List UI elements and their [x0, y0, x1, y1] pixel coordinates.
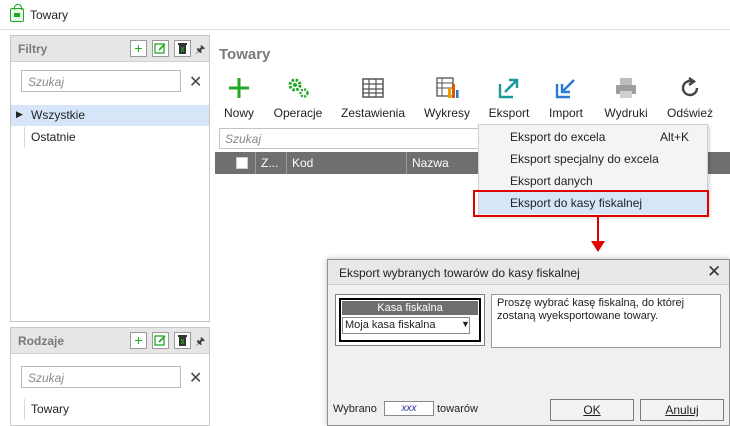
menu-item-label: Eksport danych — [510, 174, 593, 188]
fiscal-register-group: Kasa fiskalna Moja kasa fiskalna ▼ — [335, 294, 485, 346]
filters-panel-header: Filtry + 🖈 — [11, 36, 209, 62]
filters-search-clear-icon[interactable]: ✕ — [189, 72, 202, 92]
ok-button[interactable]: OK — [550, 399, 634, 421]
chevron-down-icon[interactable]: ▼ — [461, 319, 470, 329]
chart-icon — [436, 77, 459, 98]
window-title: Towary — [30, 8, 69, 22]
trash-icon — [178, 335, 187, 346]
delete-filter-button[interactable] — [174, 40, 191, 57]
add-filter-button[interactable]: + — [130, 40, 147, 57]
delete-type-button[interactable] — [174, 332, 191, 349]
filters-panel-title: Filtry — [18, 42, 48, 56]
menu-item-label: Eksport do excela — [510, 130, 606, 144]
filter-item-label: Ostatnie — [31, 130, 76, 144]
pin-icon[interactable]: 🖈 — [195, 41, 205, 60]
fiscal-register-header: Kasa fiskalna — [342, 301, 478, 315]
column-separator — [255, 152, 256, 174]
filters-search-input[interactable]: Szukaj — [21, 70, 181, 92]
operations-button[interactable]: Operacje — [270, 74, 326, 124]
fiscal-register-frame: Kasa fiskalna Moja kasa fiskalna ▼ — [339, 298, 481, 342]
types-panel: Rodzaje + 🖈 Szukaj ✕ Towary — [10, 327, 210, 426]
plus-icon — [229, 78, 249, 98]
types-search-placeholder: Szukaj — [28, 371, 65, 385]
cancel-button[interactable]: Anuluj — [640, 399, 724, 421]
refresh-button-label: Odśwież — [666, 106, 713, 120]
charts-button[interactable]: Wykresy — [420, 74, 474, 124]
types-search-clear-icon[interactable]: ✕ — [189, 368, 202, 388]
export-button-label: Eksport — [488, 106, 530, 120]
highlight-box — [473, 190, 709, 217]
menu-item-export-data[interactable]: Eksport danych — [479, 170, 707, 192]
column-separator — [286, 152, 287, 174]
column-header-nazwa[interactable]: Nazwa — [412, 156, 449, 170]
title-bar: Towary — [0, 0, 730, 30]
grid-search-placeholder: Szukaj — [225, 132, 262, 146]
filters-search-placeholder: Szukaj — [28, 75, 65, 89]
fiscal-register-selected-value: Moja kasa fiskalna — [345, 319, 436, 331]
types-search-input[interactable]: Szukaj — [21, 366, 181, 388]
reports-button-label: Zestawienia — [340, 106, 406, 120]
selected-count-label: Wybrano — [333, 403, 377, 415]
fiscal-export-dialog: Eksport wybranych towarów do kasy fiskal… — [327, 259, 730, 426]
dialog-close-icon[interactable]: ✕ — [707, 262, 721, 282]
types-panel-title: Rodzaje — [18, 334, 65, 348]
fiscal-register-select[interactable]: Moja kasa fiskalna ▼ — [342, 317, 470, 334]
filter-item-wszystkie[interactable]: ▶ Wszystkie — [11, 105, 209, 126]
edit-type-button[interactable] — [152, 332, 169, 349]
dialog-title-bar: Eksport wybranych towarów do kasy fiskal… — [328, 260, 729, 285]
printer-icon — [616, 78, 636, 98]
edit-filter-button[interactable] — [152, 40, 169, 57]
type-item-towary[interactable]: Towary — [11, 399, 209, 420]
print-button-label: Wydruki — [604, 106, 648, 120]
export-icon — [498, 78, 519, 99]
ok-button-label: OK — [583, 403, 601, 417]
table-icon — [362, 78, 384, 98]
import-button[interactable]: Import — [543, 74, 589, 124]
column-header-kod[interactable]: Kod — [292, 156, 313, 170]
row-pointer-icon: ▶ — [16, 109, 23, 119]
type-item-label: Towary — [31, 402, 70, 416]
print-button[interactable]: Wydruki — [599, 74, 653, 124]
filter-item-ostatnie[interactable]: Ostatnie — [11, 127, 209, 148]
new-button-label: Nowy — [223, 106, 254, 120]
menu-item-label: Eksport specjalny do excela — [510, 152, 659, 166]
types-panel-header: Rodzaje + 🖈 — [11, 328, 209, 354]
column-separator — [406, 152, 407, 174]
refresh-button[interactable]: Odśwież — [664, 74, 716, 124]
filters-panel: Filtry + 🖈 Szukaj ✕ ▶ Wszystkie Ostatnie — [10, 35, 210, 322]
new-button[interactable]: Nowy — [219, 74, 259, 124]
menu-item-shortcut: Alt+K — [660, 130, 690, 144]
edit-icon — [154, 335, 166, 346]
row-indicator — [11, 399, 25, 420]
gears-icon — [288, 78, 309, 98]
row-indicator — [11, 127, 25, 148]
charts-button-label: Wykresy — [424, 106, 470, 120]
export-button[interactable]: Eksport — [485, 74, 533, 124]
filter-item-label: Wszystkie — [31, 108, 85, 122]
page-title: Towary — [219, 46, 271, 63]
import-icon — [555, 79, 575, 99]
edit-icon — [154, 43, 166, 54]
select-all-checkbox[interactable] — [236, 157, 248, 169]
info-text: Proszę wybrać kasę fiskalną, do której z… — [497, 297, 685, 322]
app-basket-icon — [10, 4, 24, 22]
info-box: Proszę wybrać kasę fiskalną, do której z… — [491, 294, 721, 348]
pin-icon[interactable]: 🖈 — [195, 333, 205, 352]
trash-icon — [178, 43, 187, 54]
reports-button[interactable]: Zestawienia — [338, 74, 408, 124]
menu-item-export-excel[interactable]: Eksport do excela Alt+K — [479, 126, 707, 148]
menu-item-export-special-excel[interactable]: Eksport specjalny do excela — [479, 148, 707, 170]
annotation-arrow-line — [597, 217, 599, 243]
add-type-button[interactable]: + — [130, 332, 147, 349]
selected-count-value: xxx — [384, 401, 434, 416]
refresh-icon — [681, 77, 699, 97]
annotation-arrow-head-icon — [591, 241, 605, 252]
grid-search-input[interactable]: Szukaj — [219, 128, 489, 149]
selected-count-unit: towarów — [437, 403, 478, 415]
import-button-label: Import — [548, 106, 583, 120]
dialog-title: Eksport wybranych towarów do kasy fiskal… — [339, 266, 580, 280]
column-header-z[interactable]: Z... — [261, 156, 278, 170]
cancel-button-label: Anuluj — [665, 403, 699, 417]
operations-button-label: Operacje — [273, 106, 323, 120]
